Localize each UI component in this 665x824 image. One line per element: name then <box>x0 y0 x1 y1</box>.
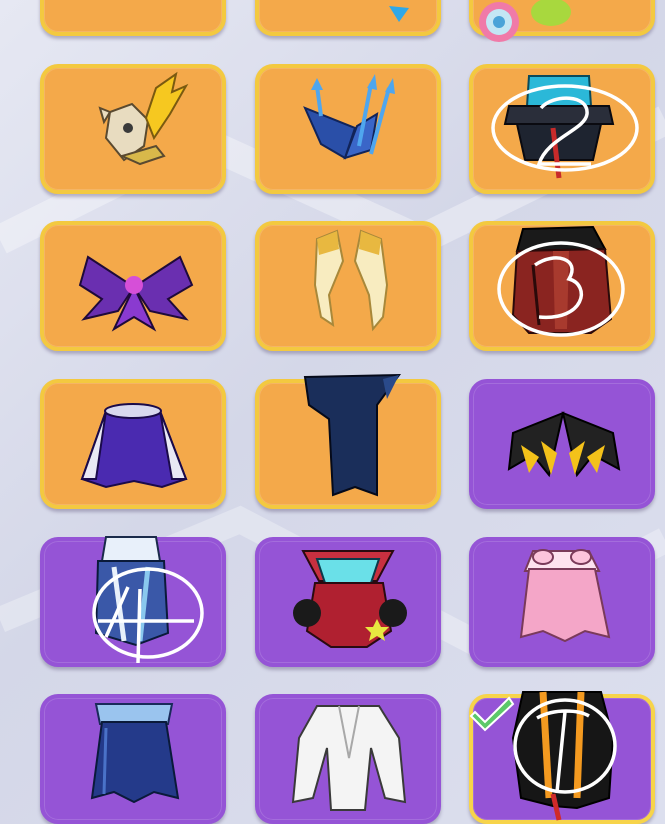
teal-hat-icon <box>503 75 615 179</box>
item-tile-ice-armor[interactable] <box>40 536 226 667</box>
item-tile-gold-black-wings[interactable] <box>469 379 655 509</box>
checkmark-icon <box>469 696 515 732</box>
navy-scarf-icon <box>303 373 402 497</box>
blue-cape-icon <box>90 703 180 804</box>
item-tile-cyan-collar[interactable] <box>255 537 441 667</box>
item-tile[interactable] <box>255 0 441 36</box>
spider-wings-icon <box>78 255 194 332</box>
partial-item-icon <box>389 6 409 22</box>
item-tile-galaxy-cape[interactable] <box>40 379 226 509</box>
item-tile-teal-hat[interactable] <box>469 64 655 194</box>
item-tile-spider-wings[interactable] <box>40 221 226 351</box>
ice-armor-icon <box>94 536 170 647</box>
trident-wings-icon <box>303 74 395 160</box>
item-tile[interactable] <box>469 0 655 42</box>
item-tile[interactable] <box>40 0 226 36</box>
item-tile-red-hood[interactable] <box>469 221 655 351</box>
item-grid <box>0 0 665 824</box>
item-tile-white-jacket[interactable] <box>255 694 441 824</box>
feather-wings-icon <box>313 229 389 332</box>
item-tile-blue-cape[interactable] <box>40 694 226 824</box>
cyan-collar-icon <box>293 550 407 648</box>
red-hood-icon <box>511 225 613 334</box>
partial-item-icon <box>44 0 222 32</box>
item-tile-feather-wings[interactable] <box>255 221 441 351</box>
item-tile-orange-black-cape[interactable] <box>469 691 655 824</box>
gold-black-wings-icon <box>507 411 621 478</box>
galaxy-cape-icon <box>80 403 188 489</box>
item-tile-pink-cape[interactable] <box>469 537 655 667</box>
golden-headdress-icon <box>98 71 189 166</box>
item-tile-trident-wings[interactable] <box>255 64 441 194</box>
item-tile-navy-scarf[interactable] <box>255 373 441 509</box>
item-tile-golden-headdress[interactable] <box>40 64 226 194</box>
pink-cape-icon <box>519 549 611 643</box>
white-jacket-icon <box>291 705 407 811</box>
partial-item-icon <box>479 0 571 42</box>
